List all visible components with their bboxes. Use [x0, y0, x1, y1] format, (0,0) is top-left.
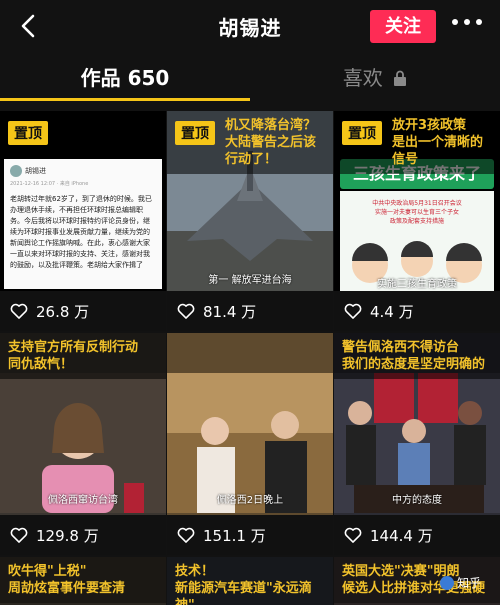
heart-icon — [10, 527, 28, 543]
video-subtitle: 实施三孩生育政策 — [377, 279, 457, 290]
video-tile[interactable]: 置顶 放开3孩政策 是出一个清晰的信号 三孩生育政策来了 中共中央政治局5月31… — [334, 111, 500, 331]
more-dots-icon[interactable] — [452, 19, 482, 29]
video-tile[interactable]: 佩洛西2日晚上 151.1 万 — [167, 333, 333, 555]
video-tile[interactable]: 置顶 机又降落台湾？ 大陆警告之后该行动了！ 第一 解放军进台海 81.4 万 — [167, 111, 333, 331]
zhihu-logo-icon — [440, 575, 454, 590]
video-subtitle: 佩洛西2日晚上 — [216, 495, 284, 506]
zhihu-watermark: 知乎 — [440, 574, 481, 591]
video-tile[interactable]: 技术！ 新能源汽车赛道"永远滴神" — [167, 557, 333, 605]
likes-value: 144.4 万 — [370, 526, 433, 545]
profile-tabs: 作品 650 喜欢 — [0, 54, 500, 104]
tab-works[interactable]: 作品 650 — [0, 62, 250, 91]
video-tile[interactable]: 置顶 胡锡进 2021-12-16 12:07 · 来自 iPhone 老胡转过… — [0, 111, 166, 331]
video-headline: 技术！ 新能源汽车赛道"永远滴神" — [167, 557, 333, 605]
video-tile[interactable]: 吹牛得"上税" 周劼炫富事件要查清 — [0, 557, 166, 605]
tab-likes-label: 喜欢 — [342, 66, 383, 90]
watermark-text: 知乎 — [457, 576, 482, 590]
pinned-badge: 置顶 — [175, 121, 215, 145]
follow-button[interactable]: 关注 — [370, 10, 436, 43]
pinned-badge: 置顶 — [8, 121, 48, 145]
video-tile[interactable]: 警告佩洛西不得访台 我们的态度是坚定明确的 中方的态度 144.4 万 — [334, 333, 500, 555]
video-headline: 吹牛得"上税" 周劼炫富事件要查清 — [0, 557, 166, 603]
likes-value: 151.1 万 — [203, 526, 266, 545]
likes-value: 129.8 万 — [36, 526, 99, 545]
likes-value: 26.8 万 — [36, 302, 90, 321]
heart-icon — [344, 527, 362, 543]
heart-icon — [177, 527, 195, 543]
likes-count: 144.4 万 — [334, 515, 500, 555]
active-tab-indicator — [0, 98, 250, 101]
heart-icon — [10, 303, 28, 319]
likes-count: 81.4 万 — [167, 291, 333, 331]
video-headline: 警告佩洛西不得访台 我们的态度是坚定明确的 — [334, 333, 500, 379]
info-text: 中共中央政治局5月31日召开会议 实施一对夫妻可以生育三个子女 政策及配套支持措… — [372, 200, 462, 225]
video-subtitle: 中方的态度 — [392, 495, 442, 506]
video-tile[interactable]: 支持官方所有反制行动 同仇敌忾！ 佩洛西窜访台湾 129.8 万 — [0, 333, 166, 555]
likes-count: 26.8 万 — [0, 291, 166, 331]
likes-value: 81.4 万 — [203, 302, 257, 321]
lock-icon — [394, 70, 407, 86]
video-subtitle: 佩洛西窜访台湾 — [48, 495, 118, 506]
likes-count: 129.8 万 — [0, 515, 166, 555]
likes-count: 151.1 万 — [167, 515, 333, 555]
announcement-card: 胡锡进 2021-12-16 12:07 · 来自 iPhone 老胡转过年就6… — [4, 159, 162, 289]
heart-icon — [177, 303, 195, 319]
avatar — [10, 165, 22, 177]
video-headline: 支持官方所有反制行动 同仇敌忾！ — [0, 333, 166, 379]
card-date: 2021-12-16 12:07 · 来自 iPhone — [10, 181, 89, 187]
video-subtitle: 第一 解放军进台海 — [208, 275, 292, 286]
likes-count: 4.4 万 — [334, 291, 500, 331]
heart-icon — [344, 303, 362, 319]
top-bar: 胡锡进 关注 — [0, 0, 500, 52]
pinned-badge: 置顶 — [342, 121, 382, 145]
likes-value: 4.4 万 — [370, 302, 414, 321]
card-username: 胡锡进 — [25, 166, 46, 175]
card-text: 老胡转过年就62岁了，到了退休的时候。我已办理退休手续，不再担任环球时报总编辑职… — [10, 195, 152, 269]
tab-likes[interactable]: 喜欢 — [250, 62, 500, 91]
